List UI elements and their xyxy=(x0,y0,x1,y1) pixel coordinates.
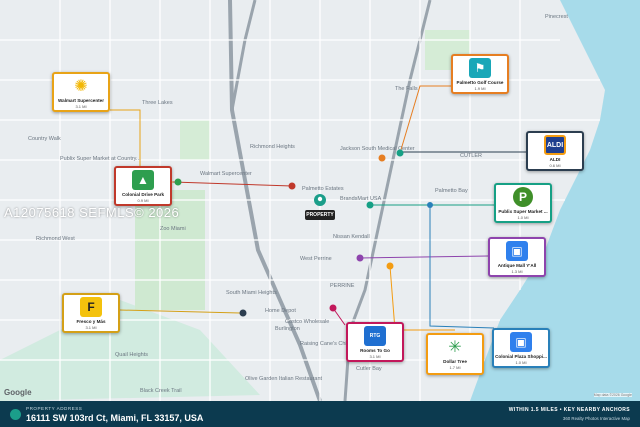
mls-watermark: A12075618 SEFMLS© 2026 xyxy=(4,205,180,220)
anchor-card-palmetto-golf[interactable]: ⚑ Palmetto Golf Course 1.9 MI xyxy=(451,54,509,94)
marker xyxy=(386,262,394,270)
place-label: Quail Heights xyxy=(115,352,148,358)
anchor-name: Palmetto Golf Course xyxy=(456,80,504,85)
anchor-distance: 3.1 MI xyxy=(369,354,381,359)
anchor-name: Antique Mall Y'All xyxy=(497,263,537,268)
place-label: Richmond Heights xyxy=(250,144,295,150)
place-label: PERRINE xyxy=(330,283,355,289)
anchor-distance: 1.3 MI xyxy=(511,269,523,274)
tree-icon: ▲ xyxy=(132,170,154,190)
property-address: 16111 SW 103rd Ct, Miami, FL 33157, USA xyxy=(26,413,204,423)
marker xyxy=(288,182,296,190)
place-label: Burlington xyxy=(275,326,300,332)
place-label: Three Lakes xyxy=(142,100,173,106)
anchor-name: Publix Super Market ... xyxy=(498,209,548,214)
anchor-card-antique-mall[interactable]: ▣ Antique Mall Y'All 1.3 MI xyxy=(488,237,546,277)
place-label: Costco Wholesale xyxy=(285,319,329,325)
marker xyxy=(239,309,247,317)
place-label: The Falls xyxy=(395,86,418,92)
property-pin-icon[interactable] xyxy=(314,194,326,206)
anchor-name: ALDI xyxy=(549,157,561,162)
google-logo: Google xyxy=(4,388,32,397)
place-label: Black Creek Trail xyxy=(140,388,182,394)
place-label: Publix Super Market at Country... xyxy=(60,156,141,162)
fresco-logo-icon: F xyxy=(80,297,102,317)
footer-subline: 360 Realty Photos Interactive Map xyxy=(562,416,630,421)
anchor-card-rooms-to-go[interactable]: RTG Rooms To Go 3.1 MI xyxy=(346,322,404,362)
anchor-name: Dollar Tree xyxy=(443,359,467,364)
map-view[interactable]: Three Lakes Country Walk Richmond Height… xyxy=(0,0,640,427)
anchor-card-walmart[interactable]: ✺ Walmart Supercenter 3.1 MI xyxy=(52,72,110,112)
place-label: Pinecrest xyxy=(545,14,568,20)
place-label: Olive Garden Italian Restaurant xyxy=(245,376,323,382)
marker xyxy=(396,149,404,157)
property-label[interactable]: PROPERTY xyxy=(305,210,335,220)
place-label: CUTLER xyxy=(460,153,482,159)
anchor-card-publix[interactable]: P Publix Super Market ... 1.0 MI xyxy=(494,183,552,223)
anchor-card-aldi[interactable]: ALDI ALDI 0.6 MI xyxy=(526,131,584,171)
marker xyxy=(356,254,364,262)
marker xyxy=(174,178,182,186)
shopping-bag-icon: ▣ xyxy=(506,241,528,261)
place-label: BrandsMart USA xyxy=(340,196,382,202)
place-label: Home Depot xyxy=(265,308,296,314)
place-label: Palmetto Bay xyxy=(435,188,468,194)
park-area xyxy=(180,120,210,160)
aldi-logo-icon: ALDI xyxy=(544,135,566,155)
place-label: Nissan Kendall xyxy=(333,234,370,240)
place-label: West Perrine xyxy=(300,256,332,262)
anchor-distance: 1.7 MI xyxy=(449,365,461,370)
anchor-distance: 0.6 MI xyxy=(549,163,561,168)
place-label: Palmetto Estates xyxy=(302,186,344,192)
map-attribution[interactable]: Map data ©2026 Google xyxy=(593,393,632,397)
anchor-card-colonial-drive-park[interactable]: ▲ Colonial Drive Park 0.9 MI xyxy=(114,166,172,206)
place-label: Richmond West xyxy=(36,236,75,242)
place-label: Country Walk xyxy=(28,136,61,142)
marker xyxy=(329,304,337,312)
anchor-distance: 1.9 MI xyxy=(474,86,486,91)
footer-headline: WITHIN 1.5 MILES • KEY NEARBY ANCHORS xyxy=(508,407,630,413)
place-label: Walmart Supercenter xyxy=(200,171,252,177)
anchor-name: Colonial Drive Park xyxy=(121,192,165,197)
anchor-name: Colonial Plaza Shoppi... xyxy=(495,354,547,359)
palm-tree-icon: ✳ xyxy=(444,337,466,357)
anchor-name: Rooms To Go xyxy=(360,348,390,353)
place-label: South Miami Heights xyxy=(226,290,277,296)
publix-logo-icon: P xyxy=(513,187,533,207)
anchor-name: Walmart Supercenter xyxy=(57,98,105,103)
rooms-to-go-logo-icon: RTG xyxy=(364,326,386,346)
anchor-distance: 0.9 MI xyxy=(137,198,149,203)
marker xyxy=(427,202,433,208)
place-label: Zoo Miami xyxy=(160,226,186,232)
location-pin-icon xyxy=(10,409,21,420)
marker xyxy=(366,201,374,209)
anchor-card-colonial-plaza[interactable]: ▣ Colonial Plaza Shoppi... 1.0 MI xyxy=(492,328,550,368)
anchor-card-dollar-tree[interactable]: ✳ Dollar Tree 1.7 MI xyxy=(426,333,484,375)
place-label: Jackson South Medical Center xyxy=(340,146,415,152)
marker xyxy=(378,154,386,162)
footer-bar: PROPERTY ADDRESS 16111 SW 103rd Ct, Miam… xyxy=(0,401,640,427)
anchor-distance: 1.0 MI xyxy=(517,215,529,220)
golf-flag-icon: ⚑ xyxy=(469,58,491,78)
shopping-bag-icon: ▣ xyxy=(510,332,532,352)
anchor-card-fresco-y-mas[interactable]: F Fresco y Más 3.1 MI xyxy=(62,293,120,333)
anchor-distance: 3.1 MI xyxy=(75,104,87,109)
walmart-spark-icon: ✺ xyxy=(70,76,92,96)
address-label: PROPERTY ADDRESS xyxy=(26,406,83,411)
anchor-name: Fresco y Más xyxy=(76,319,106,324)
place-label: Cutler Bay xyxy=(356,366,382,372)
anchor-distance: 1.0 MI xyxy=(515,360,527,365)
anchor-distance: 3.1 MI xyxy=(85,325,97,330)
